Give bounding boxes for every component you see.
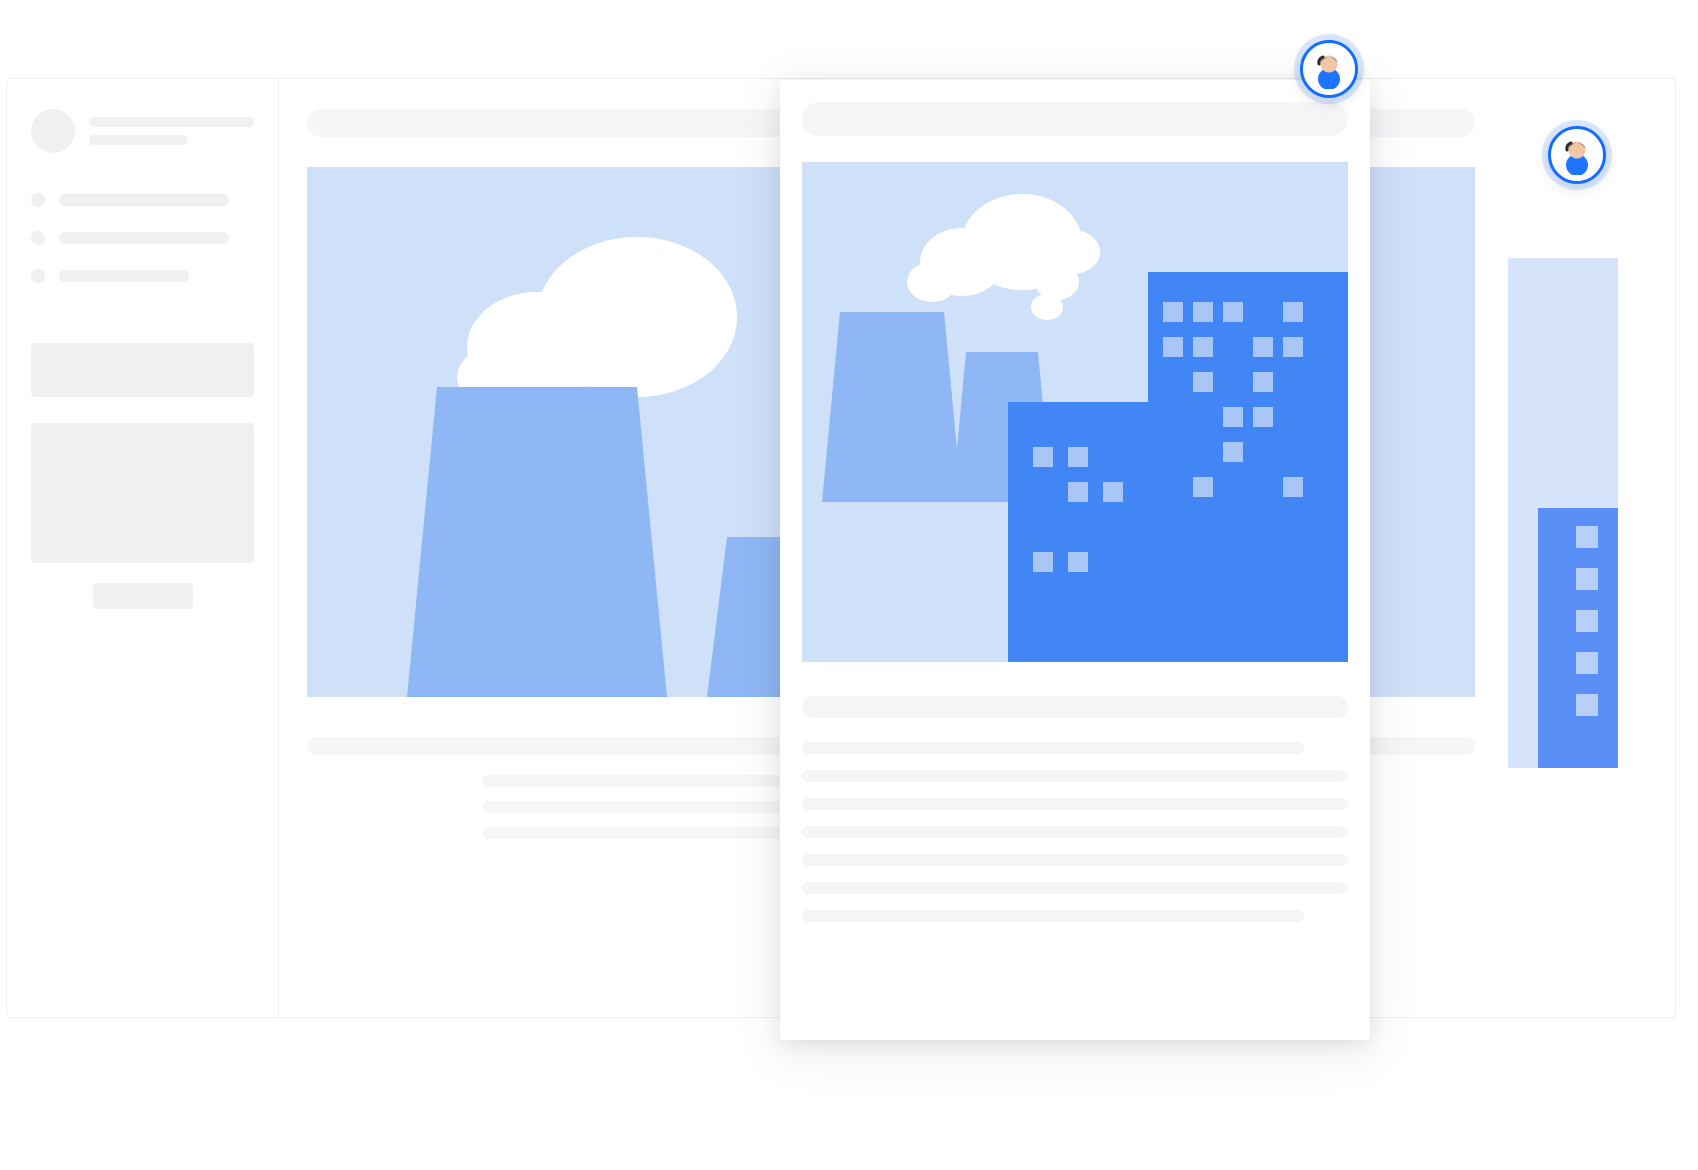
sidebar-profile xyxy=(31,109,254,153)
paragraph-placeholder xyxy=(802,742,1348,922)
card-header-placeholder xyxy=(802,102,1348,136)
sidebar-item-placeholder xyxy=(31,231,254,245)
sidebar-block-placeholder xyxy=(31,423,254,563)
sidebar-placeholder xyxy=(7,79,279,1017)
foreground-card xyxy=(780,80,1370,1040)
sidebar-item-placeholder xyxy=(31,269,254,283)
avatar-placeholder xyxy=(31,109,75,153)
sidebar-button-placeholder xyxy=(93,583,193,609)
sidebar-item-placeholder xyxy=(31,193,254,207)
hero-image-industrial xyxy=(802,162,1348,662)
profile-text-placeholder xyxy=(89,117,254,145)
cooling-tower-icon xyxy=(822,312,962,502)
cloud-icon xyxy=(437,207,757,407)
sidebar-block-placeholder xyxy=(31,343,254,397)
user-avatar-badge[interactable] xyxy=(1548,126,1606,184)
person-icon xyxy=(1557,135,1597,175)
subheading-placeholder xyxy=(802,696,1348,718)
hero-image-peek xyxy=(1508,258,1618,768)
factory-building-icon xyxy=(1538,508,1618,768)
factory-building-icon xyxy=(1008,272,1348,662)
person-icon xyxy=(1309,49,1349,89)
cooling-tower-icon xyxy=(407,387,667,697)
user-avatar-badge[interactable] xyxy=(1300,40,1358,98)
